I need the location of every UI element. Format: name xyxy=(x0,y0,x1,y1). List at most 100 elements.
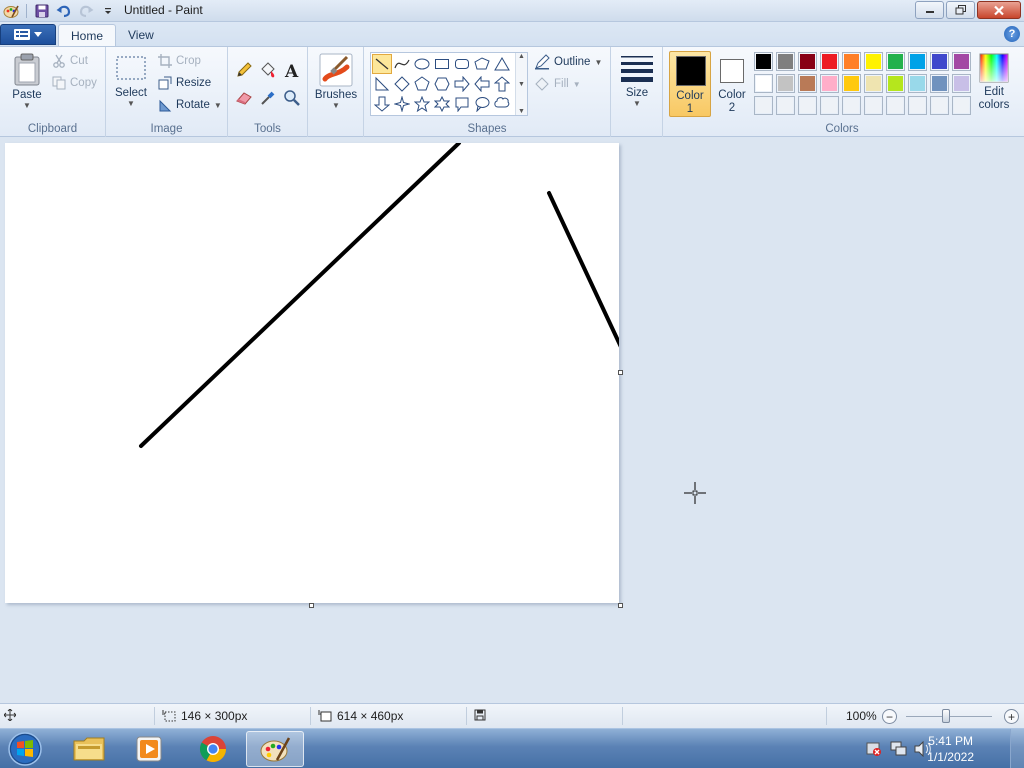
line-shape-icon[interactable] xyxy=(372,54,392,74)
resize-handle-right[interactable] xyxy=(618,370,623,375)
scroll-up-icon[interactable]: ▲ xyxy=(518,53,525,60)
triangle-shape-icon[interactable] xyxy=(492,54,512,74)
oval-callout-shape-icon[interactable] xyxy=(472,94,492,114)
pencil-icon[interactable] xyxy=(233,59,254,80)
paint-app-icon[interactable] xyxy=(2,2,20,20)
magnifier-icon[interactable] xyxy=(281,87,302,108)
color-swatch[interactable] xyxy=(842,74,861,93)
help-icon[interactable]: ? xyxy=(1004,26,1020,42)
undo-icon[interactable] xyxy=(55,2,73,20)
custom-color-slot[interactable] xyxy=(820,96,839,115)
pentagon-shape-icon[interactable] xyxy=(412,74,432,94)
color-swatch[interactable] xyxy=(930,52,949,71)
color-swatch[interactable] xyxy=(754,52,773,71)
network-icon[interactable] xyxy=(890,741,908,760)
color-swatch[interactable] xyxy=(952,74,971,93)
right-arrow-shape-icon[interactable] xyxy=(452,74,472,94)
paste-button[interactable]: Paste ▼ xyxy=(8,53,46,110)
color-swatch[interactable] xyxy=(776,52,795,71)
shapes-scrollbar[interactable]: ▲ ▼ ▼ xyxy=(515,53,527,115)
drawing-canvas[interactable] xyxy=(5,143,619,603)
zoom-out-button[interactable]: − xyxy=(882,709,897,724)
size-button[interactable]: Size ▼ xyxy=(617,53,657,108)
fill-bucket-icon[interactable] xyxy=(257,59,278,80)
custom-color-slot[interactable] xyxy=(864,96,883,115)
cloud-callout-shape-icon[interactable] xyxy=(492,94,512,114)
color-picker-icon[interactable] xyxy=(257,87,278,108)
minimize-button[interactable] xyxy=(915,1,944,19)
custom-color-slot[interactable] xyxy=(798,96,817,115)
six-point-star-shape-icon[interactable] xyxy=(432,94,452,114)
restore-button[interactable] xyxy=(946,1,975,19)
color-swatch[interactable] xyxy=(842,52,861,71)
left-arrow-shape-icon[interactable] xyxy=(472,74,492,94)
taskbar-paint[interactable] xyxy=(246,731,304,767)
text-icon[interactable]: A xyxy=(281,59,302,80)
copy-button[interactable]: Copy xyxy=(52,76,97,90)
custom-color-slot[interactable] xyxy=(908,96,927,115)
expand-gallery-icon[interactable]: ▼ xyxy=(518,108,525,115)
five-point-star-shape-icon[interactable] xyxy=(412,94,432,114)
canvas-work-area[interactable] xyxy=(0,138,1024,703)
rounded-callout-shape-icon[interactable] xyxy=(452,94,472,114)
redo-icon[interactable] xyxy=(77,2,95,20)
tab-home[interactable]: Home xyxy=(58,24,117,46)
color-swatch[interactable] xyxy=(864,52,883,71)
color-swatch[interactable] xyxy=(930,74,949,93)
custom-color-slot[interactable] xyxy=(754,96,773,115)
resize-handle-corner[interactable] xyxy=(618,603,623,608)
edit-colors-button[interactable]: Edit colors xyxy=(975,53,1013,112)
color-swatch[interactable] xyxy=(908,74,927,93)
custom-color-slot[interactable] xyxy=(930,96,949,115)
color-swatch[interactable] xyxy=(754,74,773,93)
custom-color-slot[interactable] xyxy=(886,96,905,115)
color-swatch[interactable] xyxy=(886,74,905,93)
show-desktop-button[interactable] xyxy=(1010,729,1024,768)
close-button[interactable] xyxy=(977,1,1021,19)
custom-color-slot[interactable] xyxy=(776,96,795,115)
custom-color-slot[interactable] xyxy=(952,96,971,115)
zoom-slider-thumb[interactable] xyxy=(942,709,951,723)
save-icon[interactable] xyxy=(33,2,51,20)
taskbar-chrome[interactable] xyxy=(184,731,242,767)
color-swatch[interactable] xyxy=(886,52,905,71)
up-arrow-shape-icon[interactable] xyxy=(492,74,512,94)
color-swatch[interactable] xyxy=(908,52,927,71)
taskbar-explorer[interactable] xyxy=(60,731,118,767)
polygon-shape-icon[interactable] xyxy=(472,54,492,74)
color-swatch[interactable] xyxy=(820,52,839,71)
color-swatch[interactable] xyxy=(952,52,971,71)
zoom-in-button[interactable]: + xyxy=(1004,709,1019,724)
down-arrow-shape-icon[interactable] xyxy=(372,94,392,114)
four-point-star-shape-icon[interactable] xyxy=(392,94,412,114)
rotate-button[interactable]: Rotate ▼ xyxy=(158,98,222,112)
taskbar-clock[interactable]: 5:41 PM 1/1/2022 xyxy=(927,733,974,765)
crop-button[interactable]: Crop xyxy=(158,54,201,68)
color-swatch[interactable] xyxy=(798,74,817,93)
rectangle-shape-icon[interactable] xyxy=(432,54,452,74)
resize-handle-bottom[interactable] xyxy=(309,603,314,608)
curve-shape-icon[interactable] xyxy=(392,54,412,74)
color-swatch[interactable] xyxy=(776,74,795,93)
color-swatch[interactable] xyxy=(798,52,817,71)
scroll-down-icon[interactable]: ▼ xyxy=(518,81,525,88)
action-center-icon[interactable] xyxy=(866,741,882,760)
customize-qat-icon[interactable] xyxy=(99,2,117,20)
brushes-button[interactable]: Brushes ▼ xyxy=(314,53,358,110)
start-button[interactable] xyxy=(5,730,45,768)
resize-button[interactable]: Resize xyxy=(158,76,211,90)
rounded-rectangle-shape-icon[interactable] xyxy=(452,54,472,74)
oval-shape-icon[interactable] xyxy=(412,54,432,74)
outline-button[interactable]: Outline ▼ xyxy=(534,54,602,70)
right-triangle-shape-icon[interactable] xyxy=(372,74,392,94)
eraser-icon[interactable] xyxy=(233,87,254,108)
color-swatch[interactable] xyxy=(864,74,883,93)
select-button[interactable]: Select ▼ xyxy=(112,53,150,108)
taskbar-media-player[interactable] xyxy=(120,731,178,767)
diamond-shape-icon[interactable] xyxy=(392,74,412,94)
color-swatch[interactable] xyxy=(820,74,839,93)
fill-button[interactable]: Fill ▼ xyxy=(534,76,581,92)
tab-view[interactable]: View xyxy=(116,24,166,46)
cut-button[interactable]: Cut xyxy=(52,54,88,68)
custom-color-slot[interactable] xyxy=(842,96,861,115)
